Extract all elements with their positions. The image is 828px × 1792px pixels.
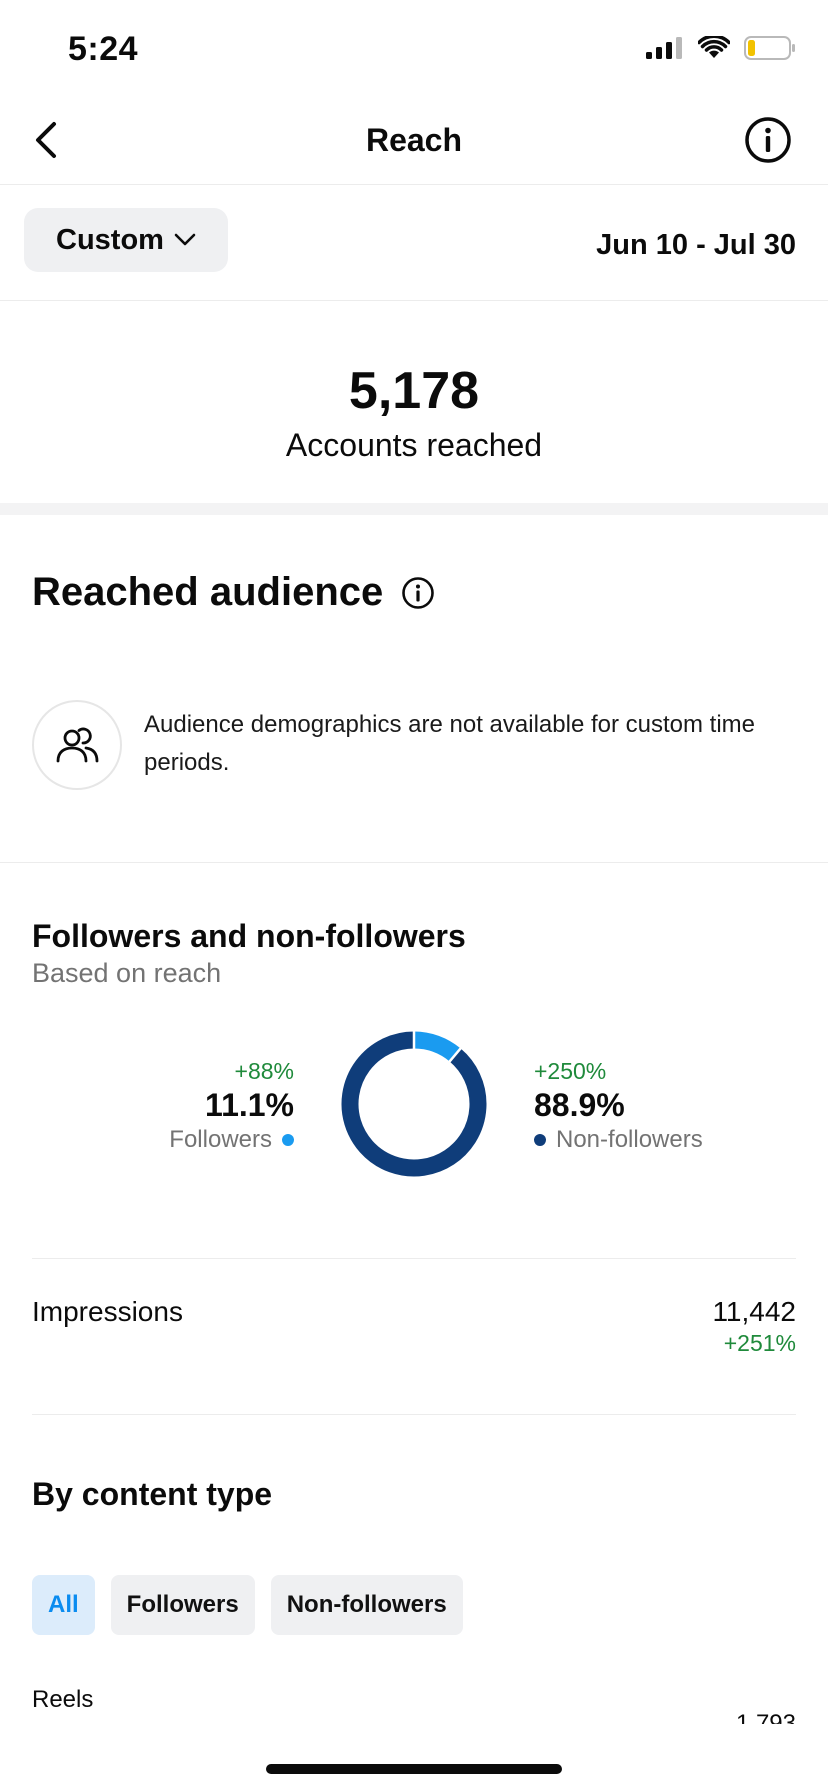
divider xyxy=(0,862,828,863)
divider xyxy=(32,1414,796,1415)
chevron-down-icon xyxy=(174,233,196,246)
followers-section-title: Followers and non-followers xyxy=(32,918,466,954)
reels-label: Reels xyxy=(32,1686,94,1713)
custom-period-dropdown[interactable]: Custom xyxy=(24,208,228,272)
non-followers-percent: 88.9% xyxy=(534,1087,625,1123)
donut-chart xyxy=(341,1030,487,1177)
reels-value: 1,793 xyxy=(736,1712,796,1724)
reached-audience-title: Reached audience xyxy=(32,570,384,614)
custom-period-label: Custom xyxy=(56,223,164,256)
non-followers-stat: +250% 88.9% Non-followers xyxy=(534,1058,703,1154)
status-icons xyxy=(646,36,796,60)
impressions-row: Impressions 11,442 +251% xyxy=(32,1290,796,1370)
reached-audience-heading: Reached audience xyxy=(32,570,435,615)
section-separator xyxy=(0,503,828,515)
non-followers-legend-label: Non-followers xyxy=(556,1126,703,1153)
accounts-reached-label: Accounts reached xyxy=(285,427,543,463)
impressions-delta: +251% xyxy=(723,1330,796,1356)
date-range: Jun 10 - Jul 30 xyxy=(596,229,796,261)
status-time: 5:24 xyxy=(68,30,139,68)
followers-legend-label: Followers xyxy=(169,1126,272,1153)
reach-summary: 5,178 Accounts reached xyxy=(0,301,828,503)
chip-non-followers[interactable]: Non-followers xyxy=(270,1575,463,1635)
non-followers-legend-dot xyxy=(534,1134,546,1146)
demographics-notice-text: Audience demographics are not available … xyxy=(144,711,755,776)
followers-section-subtitle: Based on reach xyxy=(32,958,222,988)
followers-stat: +88% 11.1% Followers xyxy=(169,1058,294,1154)
home-indicator[interactable] xyxy=(266,1764,562,1774)
battery-icon xyxy=(744,36,795,60)
info-icon[interactable] xyxy=(401,576,435,610)
date-filter-row: Custom Jun 10 - Jul 30 xyxy=(0,185,828,301)
followers-percent: 11.1% xyxy=(205,1087,294,1123)
followers-legend-dot xyxy=(282,1134,294,1146)
donut-segment-followers xyxy=(413,1031,461,1062)
page-title: Reach xyxy=(365,122,463,158)
impressions-value: 11,442 xyxy=(712,1296,796,1327)
status-bar: 5:24 xyxy=(0,0,828,96)
chip-followers[interactable]: Followers xyxy=(110,1575,255,1635)
non-followers-legend: Non-followers xyxy=(534,1126,703,1154)
donut-segment-non-followers xyxy=(341,1031,487,1177)
wifi-icon xyxy=(698,36,730,58)
divider xyxy=(32,1258,796,1259)
nav-header: Reach xyxy=(0,96,828,185)
info-icon xyxy=(745,117,791,163)
impressions-label: Impressions xyxy=(32,1296,183,1327)
followers-donut-chart: +88% 11.1% Followers +250% 88.9% Non-fol… xyxy=(0,1030,828,1180)
people-icon xyxy=(56,727,99,763)
followers-delta: +88% xyxy=(234,1058,294,1084)
followers-legend: Followers xyxy=(169,1126,294,1154)
content-type-filter-chips: All Followers Non-followers xyxy=(32,1575,463,1635)
info-button[interactable] xyxy=(744,116,792,164)
chip-all[interactable]: All xyxy=(32,1575,95,1635)
signal-icon xyxy=(646,37,682,59)
people-icon-container xyxy=(32,700,122,790)
content-type-title: By content type xyxy=(32,1476,273,1512)
demographics-notice: Audience demographics are not available … xyxy=(32,700,802,790)
non-followers-delta: +250% xyxy=(534,1058,607,1084)
accounts-reached-value: 5,178 xyxy=(348,362,480,420)
